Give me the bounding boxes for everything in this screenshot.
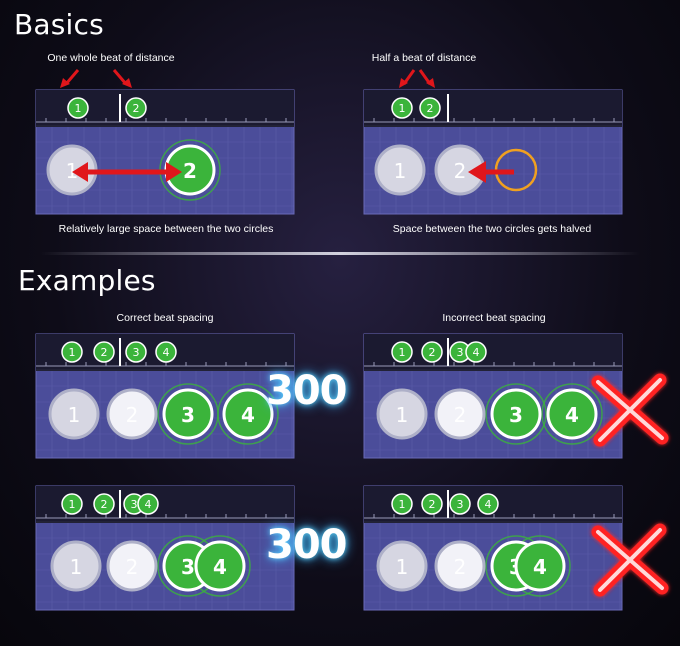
timeline-note-label: 4 bbox=[145, 498, 152, 511]
caption-correct: Correct beat spacing bbox=[116, 312, 214, 324]
hit-circle-label: 3 bbox=[509, 403, 523, 427]
hit-circle-label: 2 bbox=[183, 159, 197, 183]
hit-circle-label: 4 bbox=[241, 403, 255, 427]
timeline-note-label: 4 bbox=[485, 498, 492, 511]
score-300-top: 300 bbox=[266, 368, 347, 414]
hit-circle-label: 2 bbox=[126, 555, 139, 579]
timeline-note-label: 1 bbox=[399, 498, 406, 511]
timeline-note-label: 1 bbox=[399, 102, 406, 115]
timeline-note-label: 4 bbox=[473, 346, 480, 359]
hit-circle-label: 2 bbox=[454, 159, 467, 183]
hit-circle-label: 3 bbox=[181, 555, 195, 579]
red-x-icon-top bbox=[591, 373, 669, 447]
hit-circle-label: 4 bbox=[213, 555, 227, 579]
timeline-note-label: 2 bbox=[101, 346, 108, 359]
basics-heading: Basics bbox=[14, 8, 104, 41]
hit-circle-label: 1 bbox=[68, 403, 81, 427]
hit-circle-label: 1 bbox=[396, 403, 409, 427]
caption-one-beat: One whole beat of distance bbox=[47, 52, 175, 64]
timeline-note-label: 1 bbox=[69, 346, 76, 359]
basics-whole-panel: 1 21 2 bbox=[35, 89, 295, 215]
timeline-note-label: 2 bbox=[429, 346, 436, 359]
caption-incorrect: Incorrect beat spacing bbox=[442, 312, 546, 324]
timeline-note-label: 1 bbox=[75, 102, 82, 115]
hit-circle-label: 2 bbox=[454, 403, 467, 427]
basics-half-panel: 1 2 1 2 bbox=[363, 89, 623, 215]
caption-large-space: Relatively large space between the two c… bbox=[58, 223, 274, 235]
caption-half-beat: Half a beat of distance bbox=[371, 52, 477, 64]
hit-circle-label: 1 bbox=[396, 555, 409, 579]
example-correct-panel-2: 1 2 3 41 2 3 4 bbox=[35, 485, 295, 611]
timeline-note-label: 3 bbox=[457, 498, 464, 511]
example-incorrect-panel-2: 12341234 bbox=[363, 485, 623, 611]
timeline-note-label: 3 bbox=[133, 346, 140, 359]
caption-halved-space: Space between the two circles gets halve… bbox=[392, 223, 592, 235]
examples-heading: Examples bbox=[18, 264, 156, 297]
hit-circle-label: 4 bbox=[565, 403, 579, 427]
timeline-note-label: 1 bbox=[399, 346, 406, 359]
timeline-note-label: 2 bbox=[427, 102, 434, 115]
red-x-icon-bottom bbox=[591, 523, 669, 597]
timeline-note-label: 3 bbox=[131, 498, 138, 511]
score-300-bottom: 300 bbox=[266, 522, 347, 568]
example-correct-panel-1: 1 2 3 4 1 2 3 4 bbox=[35, 333, 295, 459]
hit-circle-label: 2 bbox=[126, 403, 139, 427]
timeline-note-label: 1 bbox=[69, 498, 76, 511]
timeline-note-label: 2 bbox=[429, 498, 436, 511]
hit-circle-label: 1 bbox=[70, 555, 83, 579]
caption-arrows-half-beat bbox=[399, 69, 435, 88]
hit-circle-label: 4 bbox=[533, 555, 547, 579]
caption-arrows-one-beat bbox=[60, 69, 132, 88]
section-divider bbox=[40, 252, 640, 255]
example-incorrect-panel-1: 1 2 3 41 2 3 4 bbox=[363, 333, 623, 459]
timeline-note-label: 4 bbox=[163, 346, 170, 359]
timeline-note-label: 2 bbox=[101, 498, 108, 511]
hit-circle-label: 1 bbox=[394, 159, 407, 183]
timeline-note-label: 3 bbox=[457, 346, 464, 359]
hit-circle-label: 3 bbox=[181, 403, 195, 427]
timeline-note-label: 2 bbox=[133, 102, 140, 115]
hit-circle-label: 2 bbox=[454, 555, 467, 579]
